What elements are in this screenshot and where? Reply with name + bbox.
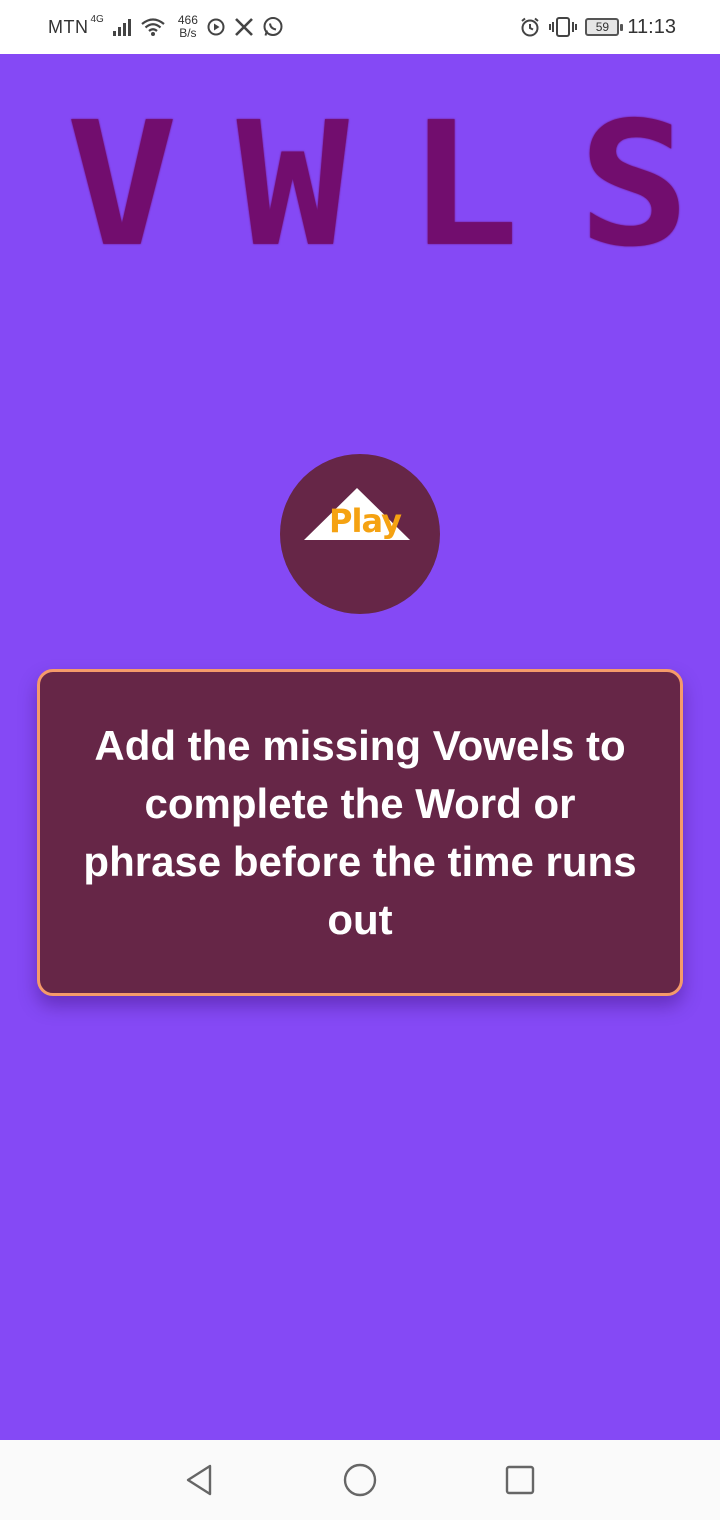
navigation-bar bbox=[0, 1440, 720, 1520]
instruction-card: Add the missing Vowels to complete the W… bbox=[37, 669, 683, 996]
home-icon[interactable] bbox=[342, 1462, 378, 1498]
whatsapp-icon bbox=[262, 16, 284, 38]
status-bar-right: 59 11:13 bbox=[519, 10, 676, 44]
alarm-icon bbox=[519, 16, 541, 38]
play-label: Play bbox=[329, 502, 402, 540]
sync-icon bbox=[206, 17, 226, 37]
back-icon[interactable] bbox=[182, 1462, 218, 1498]
logo-letter: V bbox=[66, 110, 178, 260]
clock: 11:13 bbox=[627, 15, 676, 38]
wifi-icon bbox=[140, 17, 166, 37]
status-bar-left: MTN 4G 466 B/s bbox=[48, 10, 284, 44]
signal-icon bbox=[112, 18, 132, 36]
play-button[interactable]: Play bbox=[280, 454, 440, 614]
battery-level: 59 bbox=[595, 20, 610, 34]
logo-letter: W bbox=[236, 110, 349, 260]
recent-apps-icon[interactable] bbox=[502, 1462, 538, 1498]
logo-letter: S bbox=[578, 110, 690, 260]
network-type: 4G bbox=[90, 13, 104, 25]
battery-icon: 59 bbox=[585, 18, 624, 36]
status-bar: MTN 4G 466 B/s 59 11:13 bbox=[0, 0, 720, 54]
vibrate-icon bbox=[549, 16, 578, 38]
logo-letter: L bbox=[407, 110, 520, 260]
x-app-icon bbox=[234, 17, 254, 37]
speed-unit: B/s bbox=[179, 26, 197, 40]
carrier-name: MTN bbox=[48, 16, 89, 37]
app-screen: V W L S Play Add the missing Vowels to c… bbox=[0, 54, 720, 1440]
network-speed: 466 B/s bbox=[178, 14, 198, 40]
app-logo: V W L S bbox=[66, 110, 690, 260]
instruction-text: Add the missing Vowels to complete the W… bbox=[83, 721, 637, 943]
